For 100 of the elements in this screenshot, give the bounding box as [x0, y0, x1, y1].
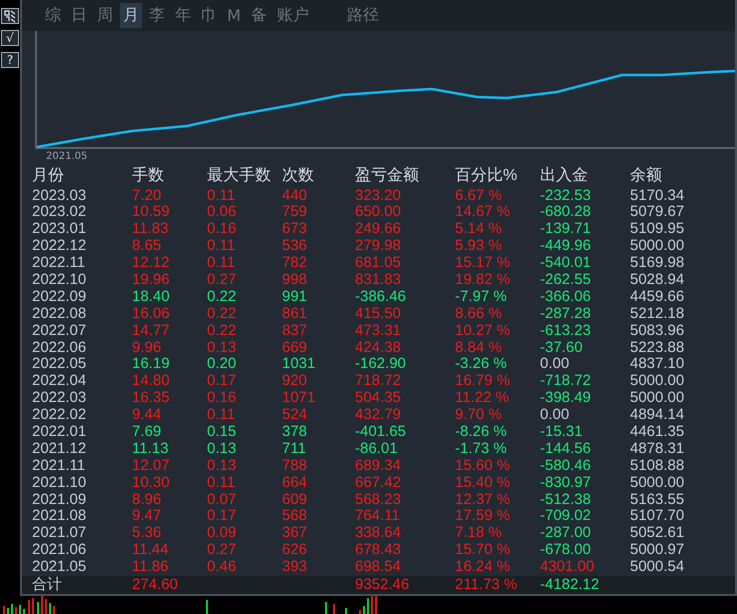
table-cell-text: 5052.61 — [630, 525, 686, 542]
table-cell-text: -449.96 — [540, 238, 592, 256]
table-cell-text: 5000.00 — [630, 390, 686, 408]
table-cell-text: 432.79 — [355, 407, 402, 424]
toolbar-button[interactable] — [1, 8, 19, 24]
table-cell-text: 2021.10 — [31, 474, 88, 492]
table-cell-text: -366.06 — [540, 288, 592, 306]
tab[interactable]: 周 — [94, 3, 116, 28]
table-cell-text: -613.23 — [540, 322, 592, 340]
table-cell-text: -86.01 — [355, 440, 399, 458]
table-cell-text: 4461.35 — [630, 424, 686, 441]
table-cell-text: 19.96 — [132, 272, 171, 289]
table-cell-text: 274.60 — [132, 576, 179, 594]
table-cell-text: 2022.07 — [31, 322, 88, 340]
table-cell-text: 14.80 — [132, 373, 171, 390]
tab[interactable]: 路径 — [344, 3, 382, 28]
table-cell-text: 11.44 — [132, 542, 170, 560]
table-cell-text: 718.72 — [355, 373, 402, 390]
table-cell-text: 0.17 — [207, 508, 238, 526]
table-cell-text: 837 — [282, 322, 308, 340]
table-cell-text: -8.26 % — [455, 424, 508, 441]
table-cell-text: 4837.10 — [630, 356, 686, 374]
table-cell-text: 11.83 — [132, 221, 170, 238]
table-cell-text: 8.96 — [132, 492, 162, 508]
table-cell-text: 0.11 — [207, 474, 236, 492]
table-cell-text: 2021.12 — [31, 440, 88, 458]
table-cell-text: 2021.05 — [31, 559, 88, 576]
toolbar-button[interactable]: √ — [1, 30, 19, 46]
table-cell-text: 249.66 — [355, 221, 402, 238]
table-cell-text: 664 — [282, 474, 308, 492]
table-cell-text: 0.16 — [207, 390, 238, 408]
table-cell-text: 279.98 — [355, 238, 402, 256]
table-cell-text: 9.70 % — [455, 407, 503, 424]
table-cell-text: 17.59 % — [455, 508, 512, 526]
table-cell-text: 504.35 — [355, 390, 402, 408]
table-cell-text: 2022.09 — [31, 288, 88, 306]
table-cell-text: 14.77 — [132, 322, 171, 340]
table-cell-text: 998 — [282, 272, 308, 289]
table-cell-text: 698.54 — [355, 559, 402, 576]
table-cell-text: 669 — [282, 340, 308, 356]
tab[interactable]: 备 — [248, 3, 270, 28]
table-cell-text: 609 — [282, 492, 308, 508]
table-cell-text: 5000.00 — [630, 238, 686, 256]
table-cell-text: -7.97 % — [455, 288, 508, 306]
tab[interactable]: 日 — [68, 3, 90, 28]
axis-label: 2021.05 — [46, 151, 88, 162]
column-header: 最大手数 — [207, 166, 272, 186]
column-header: 月份 — [31, 166, 65, 186]
table-cell-text: -680.28 — [540, 204, 592, 222]
tab[interactable]: 巾 — [198, 3, 220, 28]
table-cell-text: -401.65 — [355, 424, 407, 441]
table-cell-text: 5212.18 — [630, 306, 686, 323]
table-cell-text: 9.47 — [132, 508, 162, 526]
tab[interactable]: 综 — [42, 3, 64, 28]
tab[interactable]: 李 — [146, 3, 168, 28]
tab[interactable]: 账户 — [274, 3, 312, 28]
table-cell-text: 12.07 — [132, 458, 171, 475]
table-cell-text: 6.67 % — [455, 188, 503, 204]
table-cell-text: 5000.00 — [630, 373, 686, 390]
table-cell-text: 2022.10 — [31, 272, 88, 289]
table-cell-text: 0.46 — [207, 559, 238, 576]
column-header: 次数 — [282, 166, 315, 186]
table-cell-text: 15.70 % — [455, 542, 512, 560]
table-cell-text: 0.00 — [540, 407, 570, 424]
table-cell-text: 8.65 — [132, 238, 162, 256]
column-header: 手数 — [132, 166, 165, 186]
table-cell-text: 338.64 — [355, 525, 402, 542]
tab[interactable]: 年 — [172, 3, 194, 28]
table-cell-text: 991 — [282, 288, 308, 306]
table-cell-text: 9352.46 — [355, 576, 410, 594]
table-cell-text: 2023.02 — [31, 204, 88, 222]
table-cell-text: 0.16 — [207, 221, 238, 238]
table-cell-text: 524 — [282, 407, 308, 424]
table-cell-text: 2022.03 — [31, 390, 88, 408]
table-cell-text: 711 — [282, 440, 307, 458]
table-cell-text: 4878.31 — [630, 440, 686, 458]
tab[interactable]: M — [224, 4, 244, 28]
table-cell-text: -386.46 — [355, 288, 407, 306]
table-cell-text: 合计 — [31, 576, 63, 594]
table-cell-text: 10.27 % — [455, 322, 512, 340]
table-cell-text: -3.26 % — [455, 356, 508, 374]
table-cell-text: 5108.88 — [630, 458, 686, 475]
table-cell-text: 19.82 % — [455, 272, 512, 289]
table-cell-text: 0.20 — [207, 356, 238, 374]
table-cell-text: 7.20 — [132, 188, 162, 204]
table-cell-text: 5028.94 — [630, 272, 686, 289]
table-cell-text: 4894.14 — [630, 407, 686, 424]
table-cell-text: 16.19 — [132, 356, 171, 374]
table-cell-text: 14.67 % — [455, 204, 512, 222]
table-cell-text: 211.73 % — [455, 576, 518, 594]
table-cell-text: -512.38 — [540, 492, 592, 508]
table-cell-text: 2021.11 — [31, 458, 86, 475]
tab[interactable]: 月 — [120, 3, 142, 28]
table-cell-text: 4459.66 — [630, 288, 686, 306]
toolbar-button[interactable]: ? — [1, 52, 19, 68]
table-cell-text: 568 — [282, 508, 308, 526]
table-cell-text: 2022.06 — [31, 340, 88, 356]
table-cell-text: 10.59 — [132, 204, 171, 222]
table-cell-text: 5000.97 — [630, 542, 686, 560]
table-cell-text: 759 — [282, 204, 308, 222]
